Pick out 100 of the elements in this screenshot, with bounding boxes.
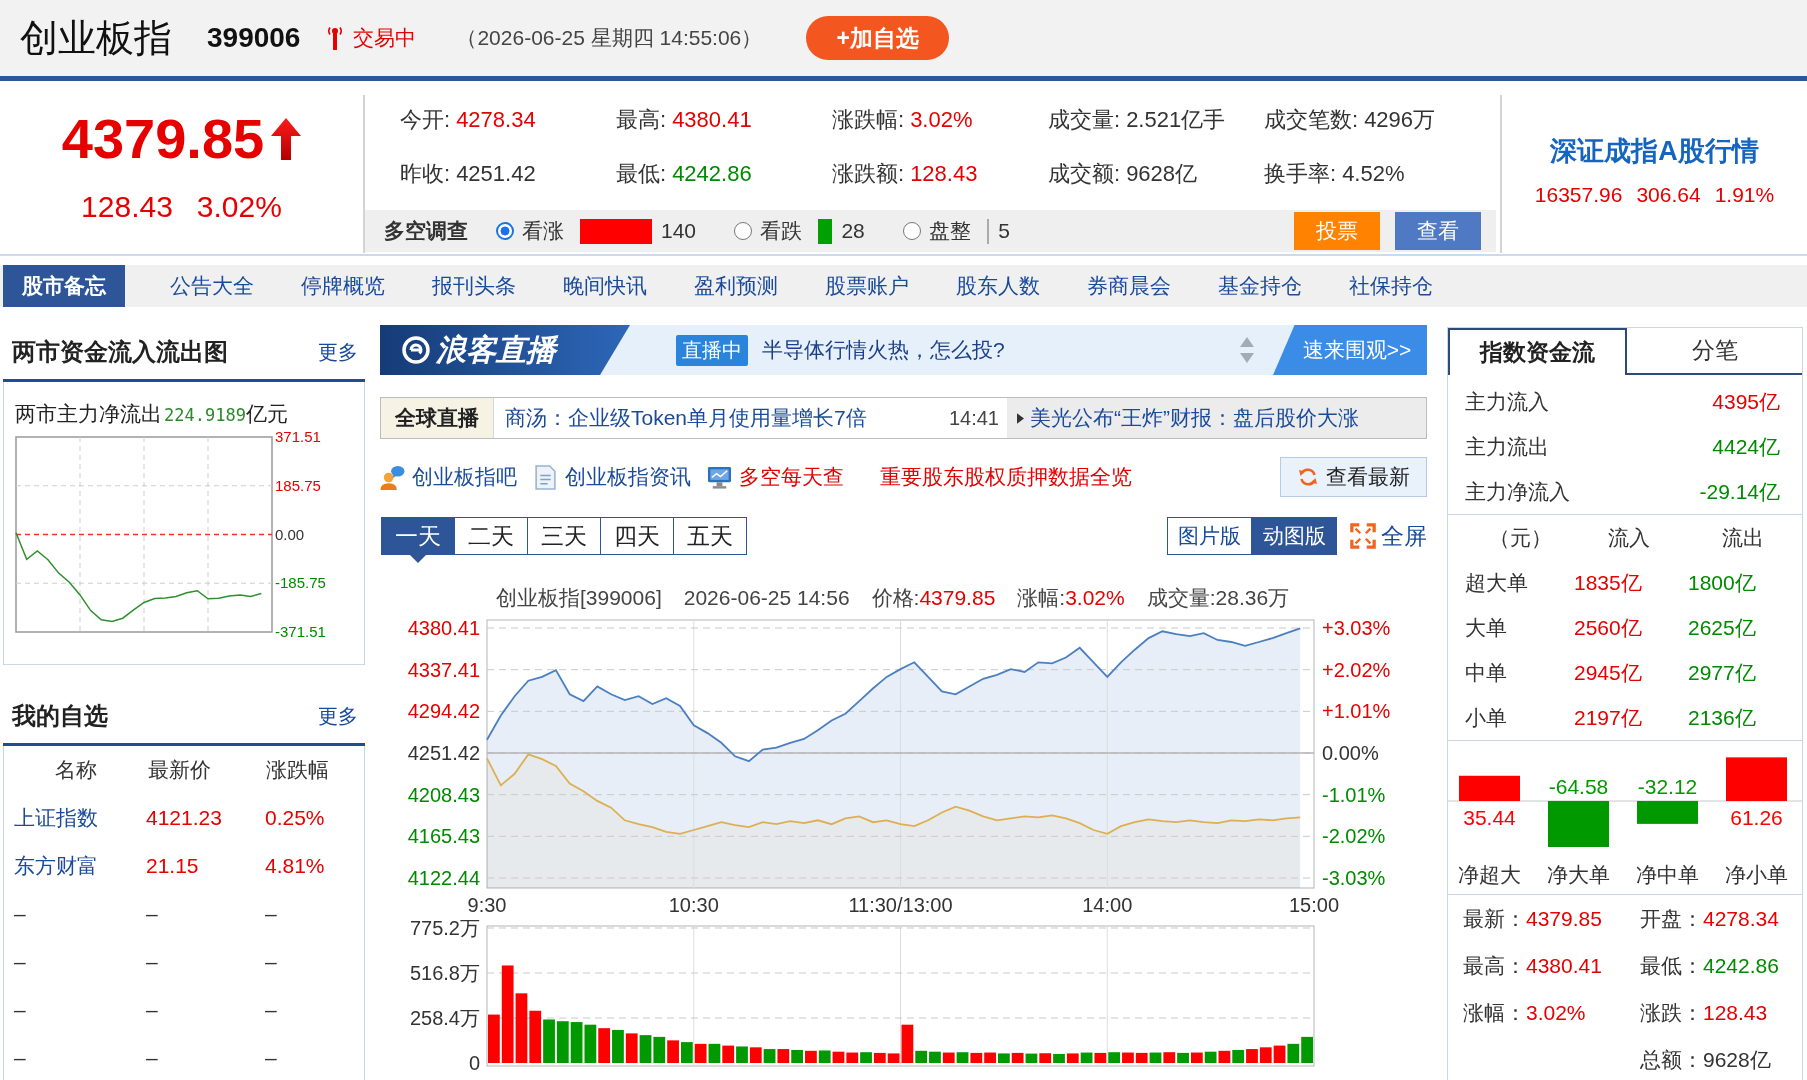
bar-value-label: 35.44 bbox=[1463, 806, 1516, 829]
trading-status: 交易中 bbox=[353, 25, 417, 51]
quick-link[interactable]: 多空每天查 bbox=[707, 463, 844, 491]
axis-label: 0.00 bbox=[275, 525, 305, 543]
flow-tab[interactable]: 指数资金流 bbox=[1448, 328, 1627, 375]
net-flow-bar bbox=[1459, 775, 1520, 801]
live-headline[interactable]: 半导体行情火热，怎么投? bbox=[762, 336, 1239, 364]
flow-value: 4395亿 bbox=[1712, 388, 1780, 415]
market-link[interactable]: 深证成指A股行情 bbox=[1550, 134, 1759, 168]
axis-label: 185.75 bbox=[275, 476, 321, 494]
axis-label: 516.8万 bbox=[409, 962, 480, 984]
view-button[interactable]: 查看 bbox=[1395, 212, 1481, 250]
stat-value: 128.43 bbox=[910, 161, 978, 186]
caret-icon bbox=[1017, 412, 1024, 424]
net-flow-bar bbox=[1637, 801, 1698, 824]
axis-label: 258.4万 bbox=[409, 1007, 480, 1029]
summary-value: 4380.41 bbox=[1526, 953, 1602, 977]
summary-label: 涨幅： bbox=[1463, 1000, 1526, 1024]
more-link[interactable]: 更多 bbox=[318, 702, 358, 730]
table-cell-text: 4.81% bbox=[264, 854, 326, 878]
stat-label: 最高: bbox=[616, 107, 667, 132]
nav-tab[interactable]: 公告大全 bbox=[170, 265, 301, 307]
table-cell-text: 2977亿 bbox=[1687, 659, 1757, 686]
market-percent: 1.91% bbox=[1714, 182, 1775, 208]
table-cell-text: – bbox=[13, 950, 27, 974]
logo-icon bbox=[402, 336, 430, 364]
table-cell-text: – bbox=[13, 902, 27, 926]
fullscreen-link[interactable]: 全屏 bbox=[1350, 520, 1427, 552]
radio-button[interactable] bbox=[902, 222, 921, 240]
volume-bar bbox=[777, 1049, 790, 1063]
axis-label: 0 bbox=[468, 1052, 480, 1074]
quick-link[interactable]: 创业板指资讯 bbox=[533, 463, 691, 491]
period-tab[interactable]: 二天 bbox=[454, 517, 528, 555]
table-cell-text: 小单 bbox=[1464, 704, 1508, 731]
nav-tab[interactable]: 股票账户 bbox=[825, 265, 956, 307]
period-tab[interactable]: 五天 bbox=[673, 517, 747, 555]
radio-button[interactable] bbox=[734, 222, 753, 240]
nav-tab[interactable]: 股东人数 bbox=[956, 265, 1087, 307]
view-tab[interactable]: 动图版 bbox=[1252, 517, 1337, 555]
volume-bar bbox=[1108, 1052, 1121, 1063]
more-link[interactable]: 更多 bbox=[318, 338, 358, 366]
news-headline[interactable]: 美光公布“王炸”财报：盘后股价大涨 bbox=[1030, 404, 1359, 432]
summary-label: 开盘： bbox=[1640, 906, 1703, 930]
live-badge: 直播中 bbox=[676, 334, 748, 366]
stat-value: 4.52% bbox=[1342, 161, 1405, 186]
nav-tab[interactable]: 股市备忘 bbox=[3, 265, 125, 307]
table-cell-text: 超大单 bbox=[1464, 569, 1529, 596]
flow-value: 4424亿 bbox=[1712, 433, 1780, 460]
axis-label: 775.2万 bbox=[409, 917, 480, 939]
axis-label: -185.75 bbox=[275, 574, 326, 592]
table-cell-text: 2136亿 bbox=[1687, 704, 1757, 731]
volume-bar bbox=[1246, 1049, 1258, 1063]
table-cell-text: – bbox=[264, 950, 278, 974]
sort-arrows-icon[interactable] bbox=[1239, 336, 1255, 364]
market-price: 16357.96 bbox=[1534, 182, 1623, 208]
nav-tab[interactable]: 盈利预测 bbox=[694, 265, 825, 307]
refresh-button[interactable]: 查看最新 bbox=[1280, 457, 1427, 497]
ticker-label: 全球直播 bbox=[381, 398, 494, 438]
table-cell-text: 大单 bbox=[1464, 614, 1508, 641]
nav-tab[interactable]: 券商晨会 bbox=[1087, 265, 1218, 307]
nav-tab[interactable]: 停牌概览 bbox=[301, 265, 432, 307]
table-cell-text: – bbox=[264, 902, 278, 926]
axis-label: +1.01% bbox=[1322, 700, 1391, 723]
quick-link[interactable]: 重要股东股权质押数据全览 bbox=[880, 463, 1132, 491]
user-chat-icon bbox=[380, 464, 405, 490]
column-header: 最新价 bbox=[147, 757, 212, 783]
stat-label: 涨跌额: bbox=[832, 161, 905, 186]
table-cell-text: 1835亿 bbox=[1573, 569, 1643, 596]
flow-label: 主力净流入 bbox=[1465, 478, 1570, 505]
view-tab[interactable]: 图片版 bbox=[1167, 517, 1252, 555]
nav-tab[interactable]: 基金持仓 bbox=[1218, 265, 1349, 307]
news-headline[interactable]: 商汤：企业级Token单月使用量增长7倍 bbox=[505, 398, 949, 438]
stock-name-link[interactable]: 上证指数 bbox=[4, 804, 136, 832]
summary-label: 最低： bbox=[1640, 953, 1703, 977]
antenna-icon bbox=[327, 26, 344, 50]
table-cell-text: 2945亿 bbox=[1573, 659, 1643, 686]
volume-bar bbox=[1122, 1052, 1134, 1063]
volume-bar bbox=[984, 1052, 996, 1063]
stat-value: 4380.41 bbox=[672, 107, 752, 132]
nav-tab[interactable]: 晚间快讯 bbox=[563, 265, 694, 307]
stock-name-link[interactable]: 东方财富 bbox=[4, 852, 136, 880]
volume-bar bbox=[1011, 1052, 1024, 1063]
volume-bar bbox=[529, 1010, 542, 1063]
period-tab[interactable]: 三天 bbox=[527, 517, 601, 555]
quick-link[interactable]: 创业板指吧 bbox=[380, 463, 517, 491]
stat-value: 4242.86 bbox=[672, 161, 752, 186]
radio-button[interactable] bbox=[496, 222, 514, 240]
nav-tab[interactable]: 报刊头条 bbox=[432, 265, 563, 307]
table-cell-text: 0.25% bbox=[264, 806, 326, 830]
period-tab[interactable]: 一天 bbox=[381, 517, 455, 555]
table-cell-text: – bbox=[145, 1046, 159, 1070]
volume-bar bbox=[667, 1040, 679, 1063]
monitor-icon bbox=[707, 464, 732, 490]
flow-label: 主力流出 bbox=[1465, 433, 1549, 460]
table-cell-text: – bbox=[264, 1046, 278, 1070]
volume-bar bbox=[1190, 1052, 1203, 1063]
nav-tab[interactable]: 社保持仓 bbox=[1349, 265, 1480, 307]
period-tab[interactable]: 四天 bbox=[600, 517, 674, 555]
chart-info-value: 3.02% bbox=[1065, 586, 1125, 609]
table-cell-text: – bbox=[13, 998, 27, 1022]
